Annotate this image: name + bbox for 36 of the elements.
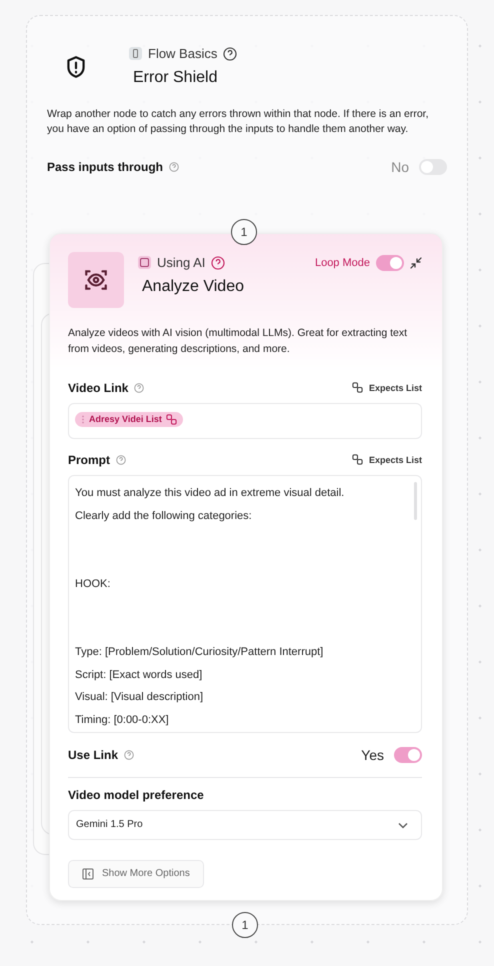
category-label: Flow Basics <box>148 46 218 61</box>
node-description: Wrap another node to catch any errors thrown within that node. If there is an error, you have an option of passing through the inputs to handle them another way. <box>47 107 430 138</box>
link-icon <box>352 454 363 466</box>
connector-badge: 1 <box>232 912 258 938</box>
field-label: Prompt <box>68 452 110 467</box>
connector-badge: 1 <box>231 219 257 245</box>
ai-icon <box>138 256 151 270</box>
panel-icon <box>82 868 94 880</box>
field-label: Use Link <box>68 748 118 762</box>
help-icon[interactable] <box>223 46 238 60</box>
link-icon <box>352 382 363 394</box>
category-label: Using AI <box>157 255 206 270</box>
node-title: Analyze Video <box>142 278 244 296</box>
category-icon <box>129 47 142 60</box>
drag-handle-icon[interactable] <box>81 414 85 424</box>
expects-list-label: Expects List <box>368 382 422 393</box>
toggle-switch[interactable] <box>394 746 422 763</box>
show-more-options-button[interactable]: Show More Options <box>68 860 204 888</box>
toggle-value: No <box>391 159 409 176</box>
link-icon <box>166 414 177 425</box>
variable-chip[interactable]: Adresy Videi List <box>75 412 183 427</box>
model-dropdown[interactable]: Gemini 1.5 Pro <box>68 810 422 840</box>
toggle-value: Yes <box>361 746 384 763</box>
collapse-icon[interactable] <box>410 257 422 270</box>
expects-list-label: Expects List <box>368 454 422 465</box>
toggle-switch[interactable] <box>419 159 447 176</box>
help-icon[interactable] <box>211 256 226 270</box>
field-label: Video Link <box>68 380 128 395</box>
setting-label: Pass inputs through <box>47 160 164 174</box>
field-label: Video model preference <box>68 788 204 802</box>
loop-mode-label: Loop Mode <box>314 257 370 270</box>
loop-mode-toggle[interactable] <box>376 255 404 272</box>
node-title: Error Shield <box>133 69 218 87</box>
prompt-field[interactable]: You must analyze this video ad in extreme visual detail. Clearly add the following categories: HOOK: Type: [Problem/Solution/Curiosity/Pattern Interrupt] Script: [Exact words used] Visual: [Visual description] Timing: [0:00-0:XX] <box>68 474 422 733</box>
input-field[interactable]: Adresy Videi List <box>68 402 422 439</box>
node-description: Analyze videos with AI vision (multimodal LLMs). Great for extracting text from videos, generating descriptions, and more. <box>68 326 408 357</box>
